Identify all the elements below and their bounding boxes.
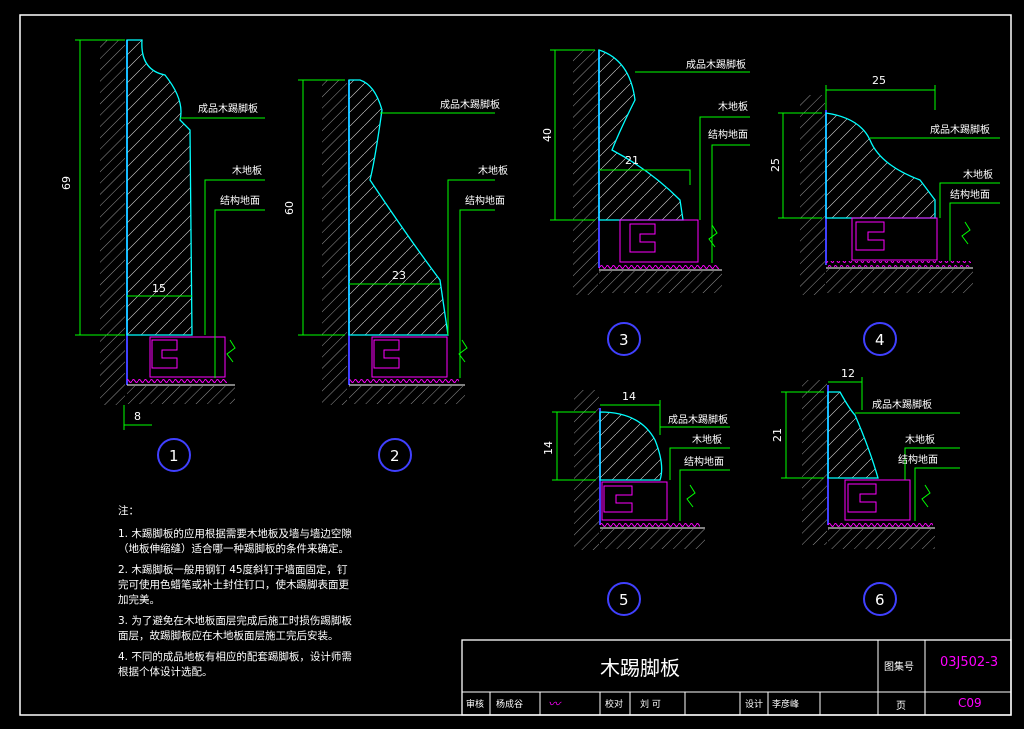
reviewer: 杨成谷 xyxy=(496,700,524,710)
atlas-label: 图集号 xyxy=(884,662,914,673)
svg-text:4: 4 xyxy=(875,331,885,349)
atlas-number: 03J502-3 xyxy=(940,655,999,670)
notes-heading: 注： xyxy=(118,505,139,517)
drawing-title: 木踢脚板 xyxy=(600,656,680,680)
reviewer-signature: 〰 xyxy=(548,697,561,711)
svg-text:木地板: 木地板 xyxy=(905,433,935,446)
svg-text:21: 21 xyxy=(771,428,784,442)
svg-text:木地板: 木地板 xyxy=(718,100,748,113)
page-number: C09 xyxy=(958,696,982,710)
svg-text:60: 60 xyxy=(283,201,296,215)
svg-text:成品木踢脚板: 成品木踢脚板 xyxy=(930,123,990,136)
svg-text:3: 3 xyxy=(619,331,629,349)
svg-text:成品木踢脚板: 成品木踢脚板 xyxy=(872,398,932,411)
dim-thickness: 15 xyxy=(152,282,166,295)
detail-5: 14 14 成品木踢脚板 木地板 结构地面 5 xyxy=(542,390,730,616)
note-item-2: 2. 木踢脚板一般用钢钉 45度斜钉于墙面固定，钉完可使用色蜡笔或补土封住钉口，… xyxy=(118,564,349,606)
svg-text:12: 12 xyxy=(841,367,855,380)
svg-text:25: 25 xyxy=(769,158,782,172)
checker: 刘 可 xyxy=(640,700,661,710)
svg-text:2: 2 xyxy=(390,447,400,465)
baseboard xyxy=(348,79,449,336)
svg-text:木地板: 木地板 xyxy=(478,164,508,177)
notes: 注： 1. 木踢脚板的应用根据需要木地板及墙与墙边空隙（地板伸缩缝）适合哪一种踢… xyxy=(118,504,353,680)
tongue-groove xyxy=(151,339,178,369)
svg-text:14: 14 xyxy=(622,390,636,403)
svg-text:结构地面: 结构地面 xyxy=(898,453,938,466)
wall-hatch xyxy=(100,40,125,405)
floor-board xyxy=(149,336,226,378)
svg-text:23: 23 xyxy=(392,269,406,282)
check-label: 校对 xyxy=(605,700,624,710)
svg-text:木地板: 木地板 xyxy=(692,433,722,446)
svg-text:结构地面: 结构地面 xyxy=(708,128,748,141)
title-block xyxy=(461,639,1012,716)
label-floor: 木地板 xyxy=(232,164,262,177)
svg-text:木地板: 木地板 xyxy=(963,168,993,181)
label-structure: 结构地面 xyxy=(220,194,260,207)
svg-text:25: 25 xyxy=(872,74,886,87)
svg-text:结构地面: 结构地面 xyxy=(465,194,505,207)
detail-number: 1 xyxy=(169,447,179,465)
svg-text:成品木踢脚板: 成品木踢脚板 xyxy=(440,98,500,111)
svg-text:21: 21 xyxy=(625,154,639,167)
note-item-3: 3. 为了避免在木地板面层完成后施工时损伤踢脚板面层，故踢脚板应在木地板面层施工… xyxy=(118,615,352,642)
svg-text:6: 6 xyxy=(875,591,885,609)
note-item-4: 4. 不同的成品地板有相应的配套踢脚板，设计师需根据个体设计选配。 xyxy=(118,651,352,678)
svg-text:成品木踢脚板: 成品木踢脚板 xyxy=(668,413,728,426)
dim-offset: 8 xyxy=(134,410,141,423)
detail-2: 60 23 成品木踢脚板 木地板 结构地面 2 xyxy=(283,79,508,472)
design-label: 设计 xyxy=(745,700,764,710)
svg-text:结构地面: 结构地面 xyxy=(950,188,990,201)
svg-text:成品木踢脚板: 成品木踢脚板 xyxy=(686,58,746,71)
svg-text:结构地面: 结构地面 xyxy=(684,455,724,468)
designer: 李彦峰 xyxy=(772,700,800,710)
note-item-1: 1. 木踢脚板的应用根据需要木地板及墙与墙边空隙（地板伸缩缝）适合哪一种踢脚板的… xyxy=(118,528,352,555)
slab-hatch xyxy=(127,386,235,404)
svg-text:14: 14 xyxy=(542,441,555,455)
dim-height: 69 xyxy=(60,176,73,190)
detail-4: 25 25 成品木踢脚板 木地板 结构地面 4 xyxy=(769,74,1000,356)
svg-text:40: 40 xyxy=(541,128,554,142)
underlay xyxy=(127,378,227,384)
detail-6: 21 12 成品木踢脚板 木地板 结构地面 6 xyxy=(771,367,960,616)
label-baseboard: 成品木踢脚板 xyxy=(198,102,258,115)
detail-3: 40 21 成品木踢脚板 木地板 结构地面 3 xyxy=(541,49,750,356)
page-label: 页 xyxy=(896,701,906,712)
detail-1: 69 15 8 成品木踢脚板 木地板 结构地面 1 xyxy=(60,39,265,472)
review-label: 审核 xyxy=(466,700,485,710)
svg-text:5: 5 xyxy=(619,591,629,609)
